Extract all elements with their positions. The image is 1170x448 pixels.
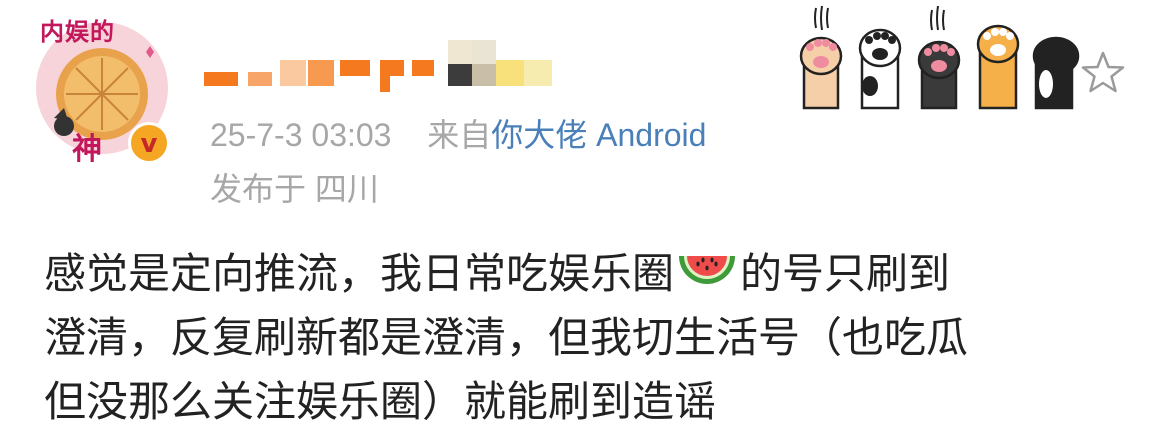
content-text: 感觉是定向推流，我日常吃娱乐圈 (44, 249, 675, 298)
mosaic-block (340, 60, 370, 76)
avatar-bottom-text: 神 (72, 132, 102, 167)
avatar[interactable]: 内娱的 神 v (28, 12, 178, 167)
content-text: 的号只刷到 (740, 249, 951, 298)
content-line: 澄清，反复刷新都是澄清，但我切生活号（也吃瓜 (44, 313, 969, 362)
mosaic-block (524, 60, 552, 86)
post-location: 发布于 四川 (210, 171, 379, 207)
mosaic-block (204, 72, 238, 86)
mosaic-block (412, 60, 434, 76)
verified-badge-icon: v (128, 122, 170, 164)
mosaic-block (472, 40, 496, 64)
mosaic-block (308, 60, 334, 86)
avatar-title-text: 内娱的 (40, 17, 115, 46)
source-prefix: 来自 (427, 117, 492, 153)
mosaic-block (380, 76, 390, 92)
mosaic-block (448, 40, 472, 64)
post-content: 感觉是定向推流，我日常吃娱乐圈 的号只刷到 澄清，反复刷新都是澄清，但我切生活号（… (44, 242, 1154, 434)
watermelon-icon (679, 256, 736, 284)
mosaic-block (380, 60, 404, 76)
content-line: 感觉是定向推流，我日常吃娱乐圈 的号只刷到 (44, 242, 1154, 306)
star-icon[interactable] (1080, 50, 1126, 96)
mosaic-block (248, 72, 272, 86)
content-line: 但没那么关注娱乐圈）就能刷到造谣 (44, 377, 717, 426)
mosaic-block (472, 64, 496, 86)
mosaic-block (496, 60, 524, 86)
cat-paws-decoration-icon (799, 5, 1080, 110)
mosaic-block (280, 60, 306, 86)
source-app-link[interactable]: 你大佬 Android (491, 117, 706, 153)
post-timestamp[interactable]: 25-7-3 03:03 (210, 117, 391, 153)
mosaic-block (448, 64, 472, 86)
username-redacted[interactable] (204, 32, 594, 92)
post-meta: 25-7-3 03:03 来自你大佬 Android (210, 110, 706, 156)
